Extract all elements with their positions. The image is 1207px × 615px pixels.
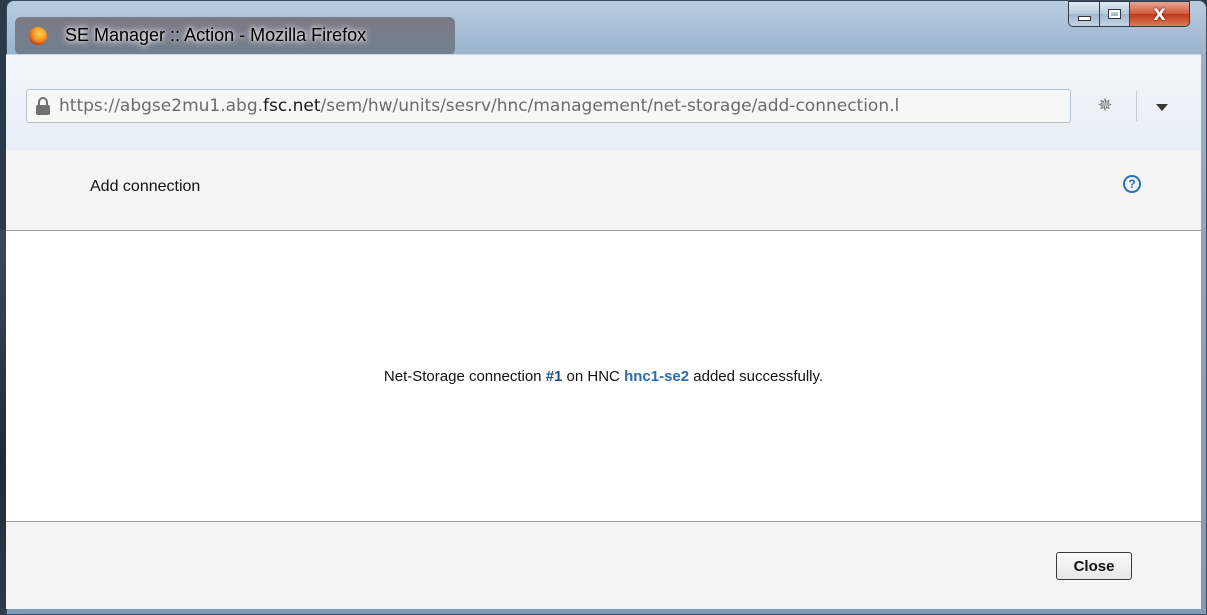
page-content: Add connection ? Net-Storage connection … — [6, 150, 1201, 609]
success-message: Net-Storage connection #1 on HNC hnc1-se… — [383, 368, 824, 385]
maximize-button[interactable] — [1100, 1, 1130, 27]
page-title: Add connection — [90, 178, 201, 195]
url-text[interactable]: https://abgse2mu1.abg.fsc.net/sem/hw/uni… — [59, 96, 899, 116]
chevron-down-icon[interactable] — [1156, 104, 1168, 111]
maximize-icon — [1108, 9, 1121, 19]
window-close-button[interactable]: X — [1130, 1, 1190, 27]
hnc-link[interactable]: hnc1-se2 — [624, 368, 689, 385]
url-domain: fsc.net — [263, 96, 321, 116]
dialog-header: Add connection ? — [6, 150, 1201, 231]
help-icon[interactable]: ? — [1123, 175, 1141, 193]
navigation-bar: https://abgse2mu1.abg.fsc.net/sem/hw/uni… — [6, 54, 1201, 151]
dialog-footer: Close — [6, 521, 1201, 609]
window-title: SE Manager :: Action - Mozilla Firefox — [65, 25, 367, 45]
toolbar-separator — [1136, 91, 1137, 121]
extension-icon[interactable]: ✵ — [1093, 95, 1117, 115]
window-controls: X — [1068, 1, 1190, 29]
connection-number: #1 — [545, 368, 563, 385]
close-button[interactable]: Close — [1056, 552, 1132, 580]
firefox-icon — [29, 27, 47, 45]
minimize-icon — [1077, 15, 1091, 21]
minimize-button[interactable] — [1068, 1, 1100, 27]
url-bar[interactable]: https://abgse2mu1.abg.fsc.net/sem/hw/uni… — [26, 89, 1071, 123]
close-icon: X — [1153, 4, 1166, 24]
title-bar[interactable]: SE Manager :: Action - Mozilla Firefox X — [7, 1, 1206, 55]
lock-icon[interactable] — [35, 97, 51, 115]
